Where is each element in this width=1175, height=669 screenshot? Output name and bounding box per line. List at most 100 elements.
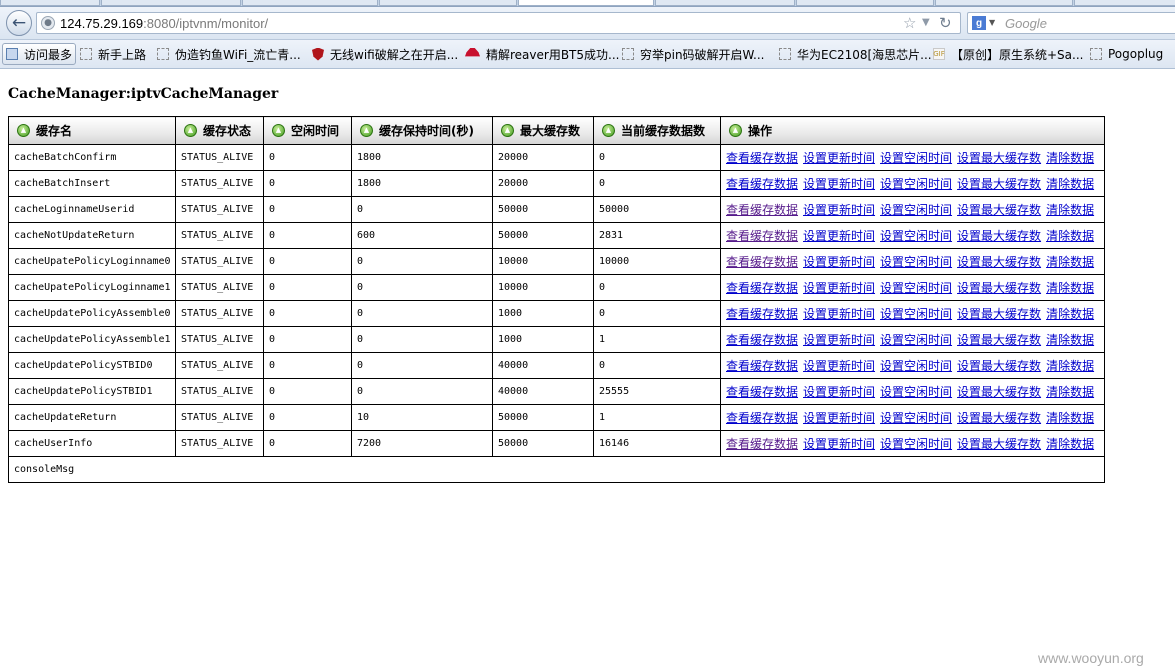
view-data-link[interactable]: 查看缓存数据 bbox=[726, 281, 798, 295]
view-data-link[interactable]: 查看缓存数据 bbox=[726, 151, 798, 165]
set-max-count-link[interactable]: 设置最大缓存数 bbox=[957, 203, 1041, 217]
browser-tab[interactable] bbox=[101, 0, 241, 6]
set-idle-time-link[interactable]: 设置空闲时间 bbox=[880, 203, 952, 217]
set-max-count-link[interactable]: 设置最大缓存数 bbox=[957, 307, 1041, 321]
column-header-status[interactable]: ▲ 缓存状态 bbox=[175, 116, 264, 145]
view-data-link[interactable]: 查看缓存数据 bbox=[726, 359, 798, 373]
browser-tab[interactable] bbox=[242, 0, 378, 6]
bookmark-item[interactable]: 无线wifi破解之在开启... bbox=[312, 43, 458, 65]
clear-data-link[interactable]: 清除数据 bbox=[1046, 307, 1094, 321]
cell-current-count: 0 bbox=[593, 274, 721, 301]
column-header-actions[interactable]: ▲ 操作 bbox=[720, 116, 1105, 145]
view-data-link[interactable]: 查看缓存数据 bbox=[726, 385, 798, 399]
set-update-time-link[interactable]: 设置更新时间 bbox=[803, 229, 875, 243]
view-data-link[interactable]: 查看缓存数据 bbox=[726, 203, 798, 217]
set-max-count-link[interactable]: 设置最大缓存数 bbox=[957, 255, 1041, 269]
browser-tab[interactable] bbox=[655, 0, 795, 6]
set-idle-time-link[interactable]: 设置空闲时间 bbox=[880, 359, 952, 373]
browser-tab[interactable] bbox=[796, 0, 934, 6]
view-data-link[interactable]: 查看缓存数据 bbox=[726, 229, 798, 243]
set-update-time-link[interactable]: 设置更新时间 bbox=[803, 359, 875, 373]
bookmark-item[interactable]: 新手上路 bbox=[80, 43, 146, 65]
set-update-time-link[interactable]: 设置更新时间 bbox=[803, 203, 875, 217]
set-update-time-link[interactable]: 设置更新时间 bbox=[803, 411, 875, 425]
set-idle-time-link[interactable]: 设置空闲时间 bbox=[880, 229, 952, 243]
browser-tab[interactable] bbox=[935, 0, 1073, 6]
search-engine-icon[interactable]: g bbox=[972, 16, 986, 30]
column-header-keep-time[interactable]: ▲ 缓存保持时间(秒) bbox=[351, 116, 493, 145]
search-bar[interactable]: g ▼ Google bbox=[967, 12, 1175, 34]
browser-tab[interactable] bbox=[0, 0, 100, 6]
view-data-link[interactable]: 查看缓存数据 bbox=[726, 437, 798, 451]
cell-max-count: 50000 bbox=[492, 222, 594, 249]
view-data-link[interactable]: 查看缓存数据 bbox=[726, 307, 798, 321]
set-max-count-link[interactable]: 设置最大缓存数 bbox=[957, 359, 1041, 373]
set-update-time-link[interactable]: 设置更新时间 bbox=[803, 151, 875, 165]
bookmark-item[interactable]: 穷举pin码破解开启W... bbox=[622, 43, 765, 65]
column-header-max-count[interactable]: ▲ 最大缓存数 bbox=[492, 116, 594, 145]
set-idle-time-link[interactable]: 设置空闲时间 bbox=[880, 307, 952, 321]
set-idle-time-link[interactable]: 设置空闲时间 bbox=[880, 385, 952, 399]
view-data-link[interactable]: 查看缓存数据 bbox=[726, 411, 798, 425]
view-data-link[interactable]: 查看缓存数据 bbox=[726, 255, 798, 269]
set-idle-time-link[interactable]: 设置空闲时间 bbox=[880, 177, 952, 191]
browser-tab-active[interactable] bbox=[518, 0, 654, 6]
url-bar[interactable]: ● 124.75.29.169:8080/iptvnm/monitor/ ☆ ▼… bbox=[36, 12, 961, 34]
bookmark-item[interactable]: 精解reaver用BT5成功... bbox=[465, 43, 619, 65]
set-idle-time-link[interactable]: 设置空闲时间 bbox=[880, 437, 952, 451]
view-data-link[interactable]: 查看缓存数据 bbox=[726, 333, 798, 347]
cell-status: STATUS_ALIVE bbox=[175, 222, 264, 249]
clear-data-link[interactable]: 清除数据 bbox=[1046, 229, 1094, 243]
set-idle-time-link[interactable]: 设置空闲时间 bbox=[880, 255, 952, 269]
set-update-time-link[interactable]: 设置更新时间 bbox=[803, 255, 875, 269]
column-header-idle-time[interactable]: ▲ 空闲时间 bbox=[263, 116, 352, 145]
set-update-time-link[interactable]: 设置更新时间 bbox=[803, 307, 875, 321]
bookmark-item[interactable]: GIF 【原创】原生系统+Sa... bbox=[933, 43, 1083, 65]
cell-actions: 查看缓存数据 设置更新时间 设置空闲时间 设置最大缓存数 清除数据 bbox=[720, 404, 1105, 431]
bookmark-item[interactable]: 华为EC2108[海思芯片... bbox=[779, 43, 932, 65]
set-max-count-link[interactable]: 设置最大缓存数 bbox=[957, 333, 1041, 347]
bookmark-item[interactable]: 伪造钓鱼WiFi_流亡青... bbox=[157, 43, 301, 65]
set-max-count-link[interactable]: 设置最大缓存数 bbox=[957, 177, 1041, 191]
set-max-count-link[interactable]: 设置最大缓存数 bbox=[957, 229, 1041, 243]
table-row: cacheBatchInsert STATUS_ALIVE 0 1800 200… bbox=[8, 170, 1105, 197]
column-header-current-count[interactable]: ▲ 当前缓存数据数 bbox=[593, 116, 721, 145]
clear-data-link[interactable]: 清除数据 bbox=[1046, 333, 1094, 347]
search-engine-dropdown-icon[interactable]: ▼ bbox=[989, 18, 995, 27]
clear-data-link[interactable]: 清除数据 bbox=[1046, 151, 1094, 165]
back-button[interactable]: ← bbox=[6, 10, 32, 36]
cell-actions: 查看缓存数据 设置更新时间 设置空闲时间 设置最大缓存数 清除数据 bbox=[720, 170, 1105, 197]
clear-data-link[interactable]: 清除数据 bbox=[1046, 385, 1094, 399]
clear-data-link[interactable]: 清除数据 bbox=[1046, 411, 1094, 425]
set-update-time-link[interactable]: 设置更新时间 bbox=[803, 333, 875, 347]
clear-data-link[interactable]: 清除数据 bbox=[1046, 177, 1094, 191]
reload-icon[interactable]: ↻ bbox=[939, 14, 952, 32]
set-max-count-link[interactable]: 设置最大缓存数 bbox=[957, 437, 1041, 451]
bookmark-item[interactable]: Pogoplug bbox=[1090, 43, 1163, 65]
bookmark-most-visited[interactable]: 访问最多 bbox=[2, 43, 77, 65]
url-history-dropdown-icon[interactable]: ▼ bbox=[922, 17, 930, 28]
clear-data-link[interactable]: 清除数据 bbox=[1046, 255, 1094, 269]
clear-data-link[interactable]: 清除数据 bbox=[1046, 359, 1094, 373]
set-update-time-link[interactable]: 设置更新时间 bbox=[803, 281, 875, 295]
set-max-count-link[interactable]: 设置最大缓存数 bbox=[957, 411, 1041, 425]
clear-data-link[interactable]: 清除数据 bbox=[1046, 203, 1094, 217]
set-max-count-link[interactable]: 设置最大缓存数 bbox=[957, 151, 1041, 165]
bookmark-star-icon[interactable]: ☆ bbox=[903, 14, 916, 32]
set-update-time-link[interactable]: 设置更新时间 bbox=[803, 177, 875, 191]
set-max-count-link[interactable]: 设置最大缓存数 bbox=[957, 281, 1041, 295]
column-header-cache-name[interactable]: ▲ 缓存名 bbox=[8, 116, 176, 145]
set-idle-time-link[interactable]: 设置空闲时间 bbox=[880, 281, 952, 295]
browser-tab[interactable] bbox=[379, 0, 517, 6]
set-idle-time-link[interactable]: 设置空闲时间 bbox=[880, 333, 952, 347]
browser-tab[interactable] bbox=[1074, 0, 1175, 6]
clear-data-link[interactable]: 清除数据 bbox=[1046, 437, 1094, 451]
console-message: consoleMsg bbox=[8, 456, 1105, 483]
set-update-time-link[interactable]: 设置更新时间 bbox=[803, 437, 875, 451]
clear-data-link[interactable]: 清除数据 bbox=[1046, 281, 1094, 295]
set-idle-time-link[interactable]: 设置空闲时间 bbox=[880, 411, 952, 425]
set-max-count-link[interactable]: 设置最大缓存数 bbox=[957, 385, 1041, 399]
set-idle-time-link[interactable]: 设置空闲时间 bbox=[880, 151, 952, 165]
view-data-link[interactable]: 查看缓存数据 bbox=[726, 177, 798, 191]
set-update-time-link[interactable]: 设置更新时间 bbox=[803, 385, 875, 399]
